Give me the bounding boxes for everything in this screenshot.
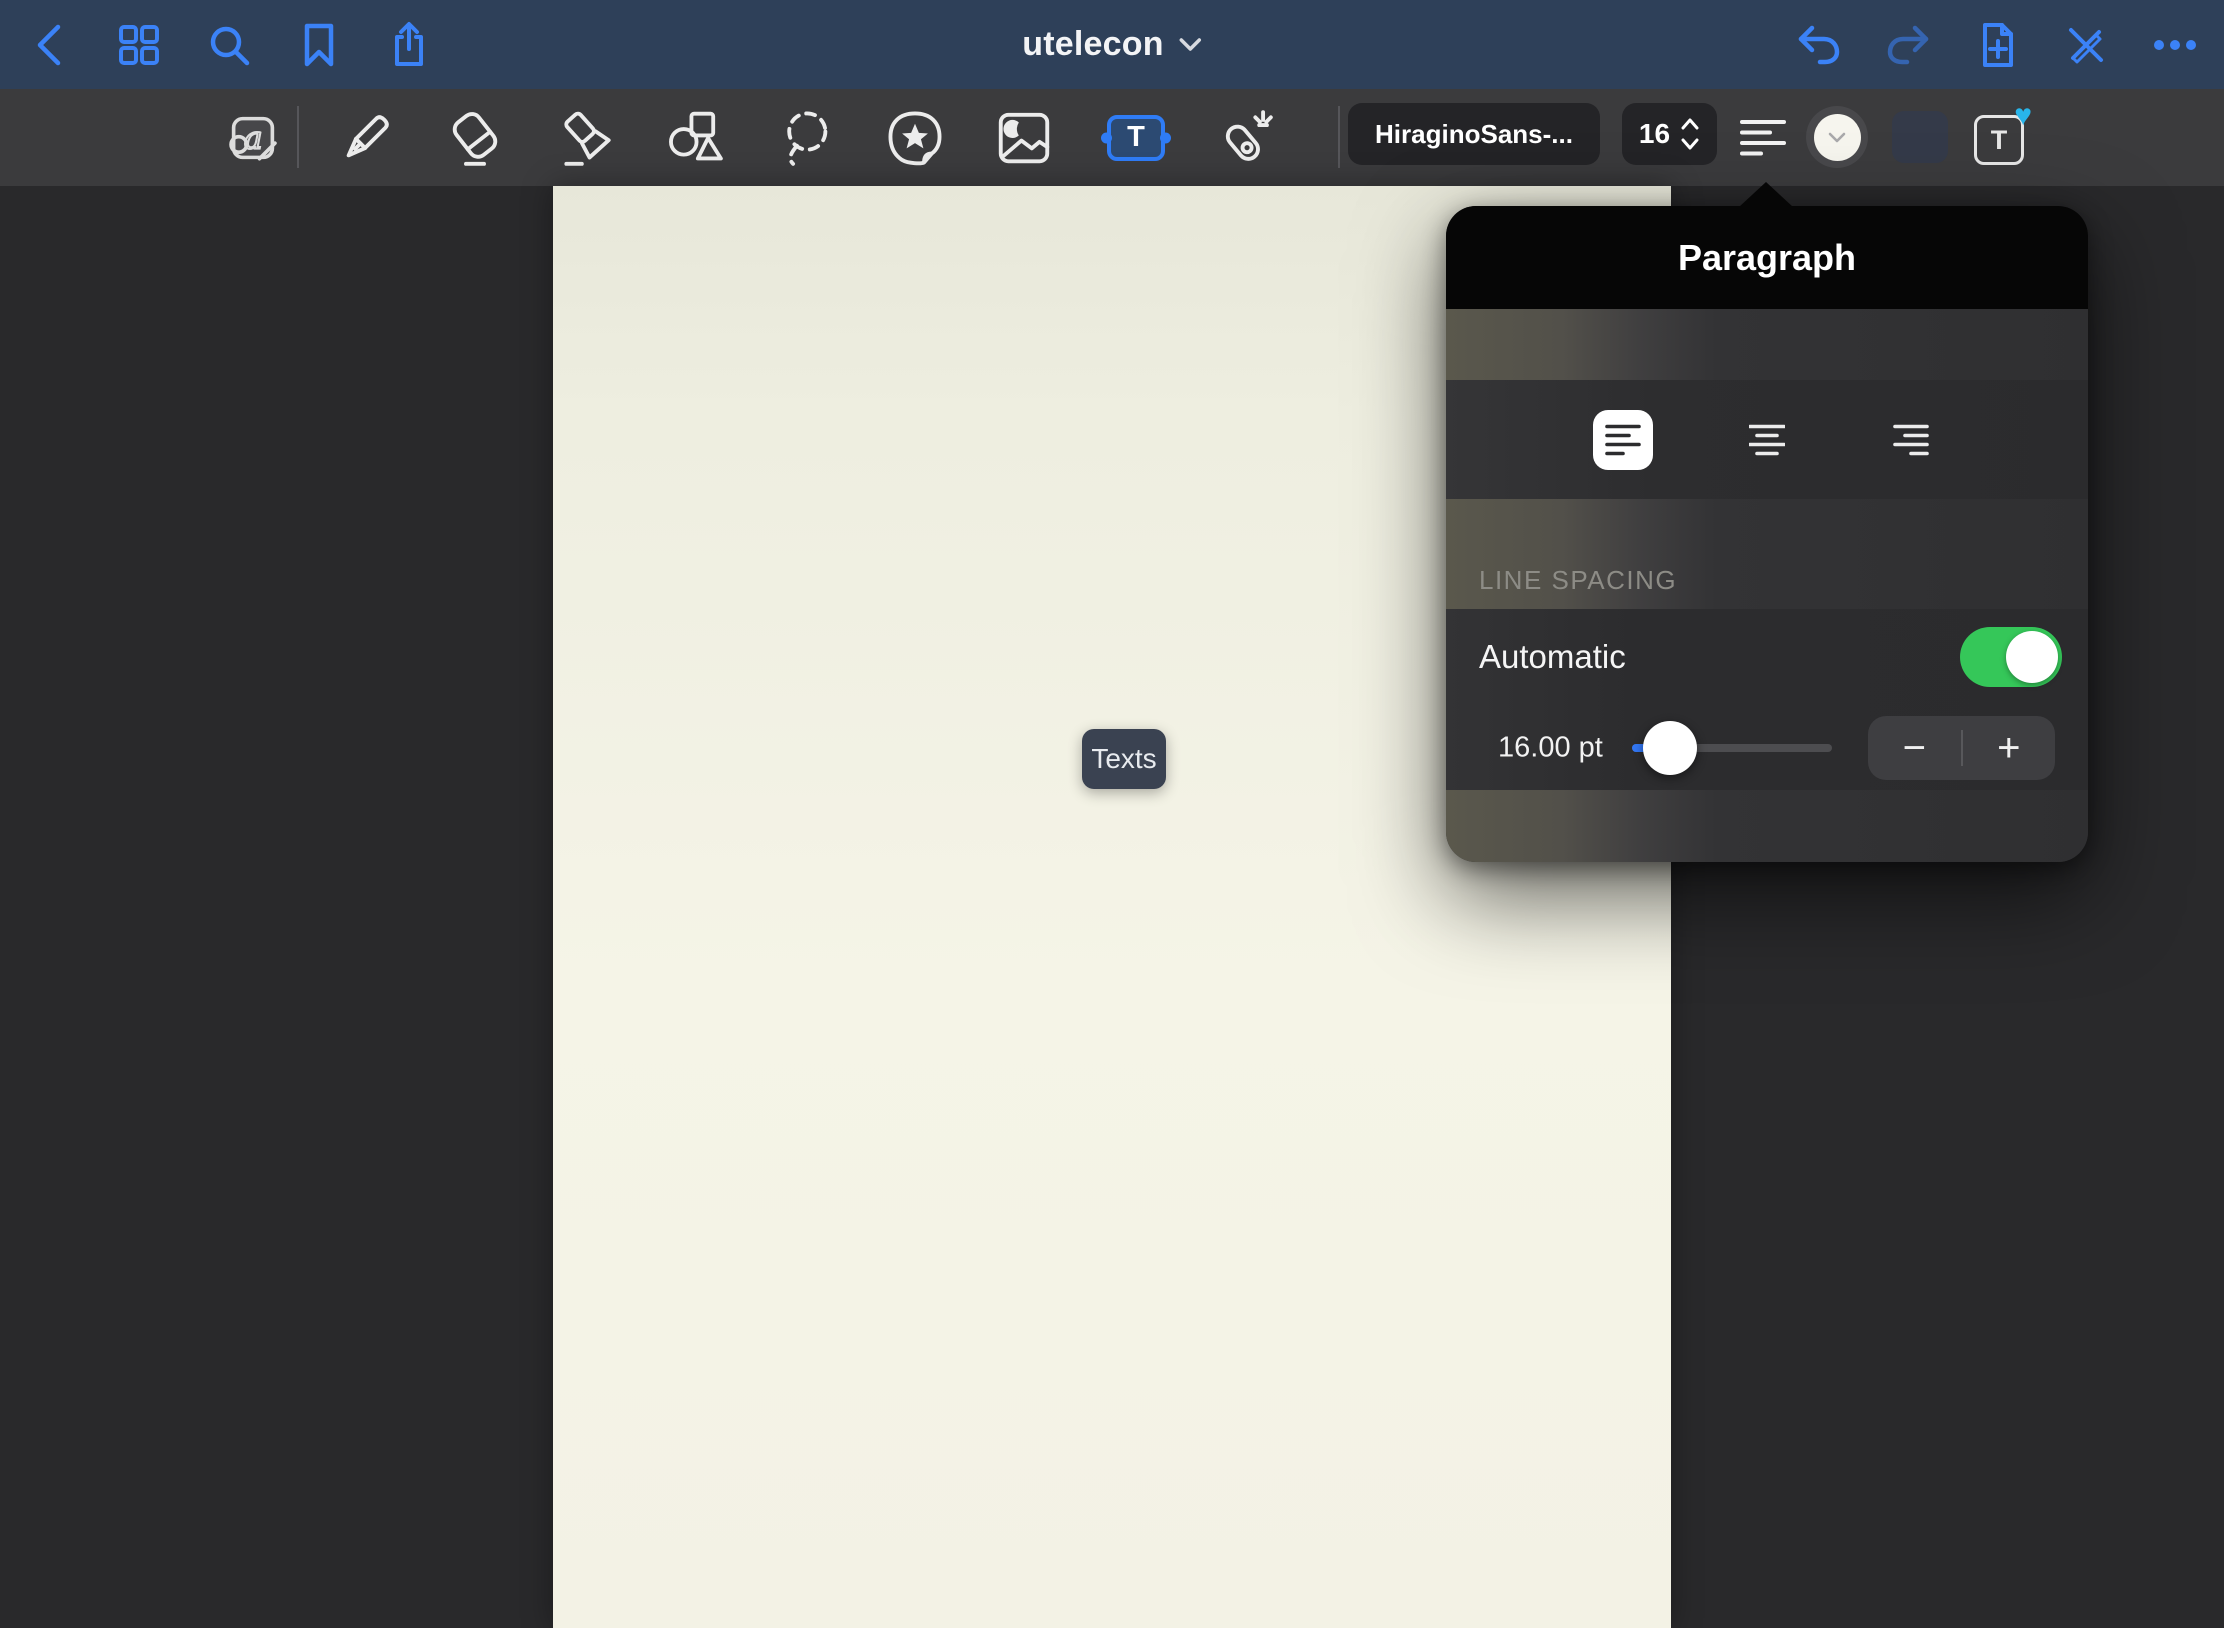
- alignment-row: [1446, 380, 2088, 499]
- eraser-tool[interactable]: [444, 107, 506, 169]
- line-spacing-section-label: LINE SPACING: [1479, 565, 1677, 596]
- undo-icon[interactable]: [1796, 22, 1842, 68]
- paragraph-popover: Paragraph LINE SPACING Automatic: [1446, 206, 2088, 862]
- toolbar-separator: [1338, 106, 1340, 168]
- automatic-label: Automatic: [1479, 638, 1626, 676]
- font-size-label: 16: [1639, 118, 1670, 150]
- font-size-button[interactable]: 16: [1622, 103, 1717, 165]
- font-name-label: HiraginoSans-...: [1375, 119, 1573, 150]
- line-spacing-controls: Automatic 16.00 pt − +: [1446, 609, 2088, 790]
- spacing-decrease-button[interactable]: −: [1868, 716, 1961, 780]
- highlighter-tool[interactable]: [556, 107, 618, 169]
- popover-arrow: [1739, 182, 1793, 207]
- selected-object-label[interactable]: Texts: [1082, 729, 1166, 789]
- spacing-value-label: 16.00 pt: [1498, 732, 1603, 765]
- nav-left-group: [26, 0, 432, 89]
- page-grid-icon[interactable]: [116, 22, 162, 68]
- text-color-button[interactable]: [1806, 106, 1868, 168]
- search-icon[interactable]: [206, 22, 252, 68]
- chevron-up-down-icon: [1680, 117, 1700, 151]
- elements-tool[interactable]: [884, 107, 946, 169]
- automatic-row: Automatic: [1446, 609, 2088, 704]
- app-window: utelecon: [0, 0, 2224, 1628]
- laser-pointer-tool[interactable]: [1214, 107, 1276, 169]
- spacing-slider-row: 16.00 pt − +: [1446, 704, 2088, 792]
- heart-icon: ♥: [2014, 101, 2032, 131]
- shapes-tool[interactable]: [662, 107, 726, 169]
- align-right-button[interactable]: [1881, 410, 1941, 470]
- line-spacing-section: LINE SPACING: [1446, 499, 2088, 609]
- popover-body: Paragraph LINE SPACING Automatic: [1446, 206, 2088, 862]
- bookmark-icon[interactable]: [296, 22, 342, 68]
- image-tool[interactable]: [993, 107, 1055, 169]
- lasso-tool[interactable]: [775, 107, 837, 169]
- toggle-knob: [2006, 631, 2058, 683]
- text-tool[interactable]: T: [1107, 115, 1165, 161]
- spacing-stepper: − +: [1868, 716, 2055, 780]
- document-title-dropdown[interactable]: utelecon: [1022, 0, 1201, 89]
- svg-text:a: a: [244, 120, 262, 156]
- background-color-swatch[interactable]: [1892, 111, 1948, 163]
- text-style-favorite-button[interactable]: T ♥: [1972, 109, 2028, 165]
- redo-icon[interactable]: [1885, 22, 1931, 68]
- selection-handle-left-icon: [1101, 132, 1112, 143]
- document-title: utelecon: [1022, 25, 1163, 64]
- back-icon[interactable]: [26, 22, 72, 68]
- popover-bottom-band: [1446, 790, 2088, 862]
- text-tool-glyph: T: [1107, 115, 1165, 161]
- popover-title: Paragraph: [1678, 237, 1856, 279]
- chevron-down-icon: [1180, 38, 1202, 52]
- selected-object-text: Texts: [1091, 743, 1156, 775]
- align-left-button[interactable]: [1593, 410, 1653, 470]
- more-icon[interactable]: [2152, 22, 2198, 68]
- popover-header: Paragraph: [1446, 206, 2088, 309]
- nav-right-group: [1796, 0, 2198, 89]
- popover-spacer-band: [1446, 309, 2088, 380]
- current-color-swatch: [1814, 114, 1861, 161]
- toolbar-separator: [297, 106, 299, 168]
- paragraph-alignment-button[interactable]: [1740, 119, 1786, 157]
- pen-tool[interactable]: [335, 107, 397, 169]
- font-name-button[interactable]: HiraginoSans-...: [1348, 103, 1600, 165]
- add-page-icon[interactable]: [1974, 22, 2020, 68]
- share-icon[interactable]: [386, 22, 432, 68]
- spacing-increase-button[interactable]: +: [1963, 716, 2056, 780]
- spacing-slider-knob[interactable]: [1643, 721, 1697, 775]
- nav-bar: utelecon: [0, 0, 2224, 89]
- align-center-button[interactable]: [1737, 410, 1797, 470]
- selection-handle-right-icon: [1160, 132, 1171, 143]
- pen-off-icon[interactable]: [2063, 22, 2109, 68]
- spacing-slider-track[interactable]: [1632, 744, 1832, 752]
- zoom-window-tool[interactable]: a: [222, 107, 284, 169]
- automatic-toggle[interactable]: [1960, 627, 2062, 687]
- tool-ribbon: a: [0, 89, 2224, 186]
